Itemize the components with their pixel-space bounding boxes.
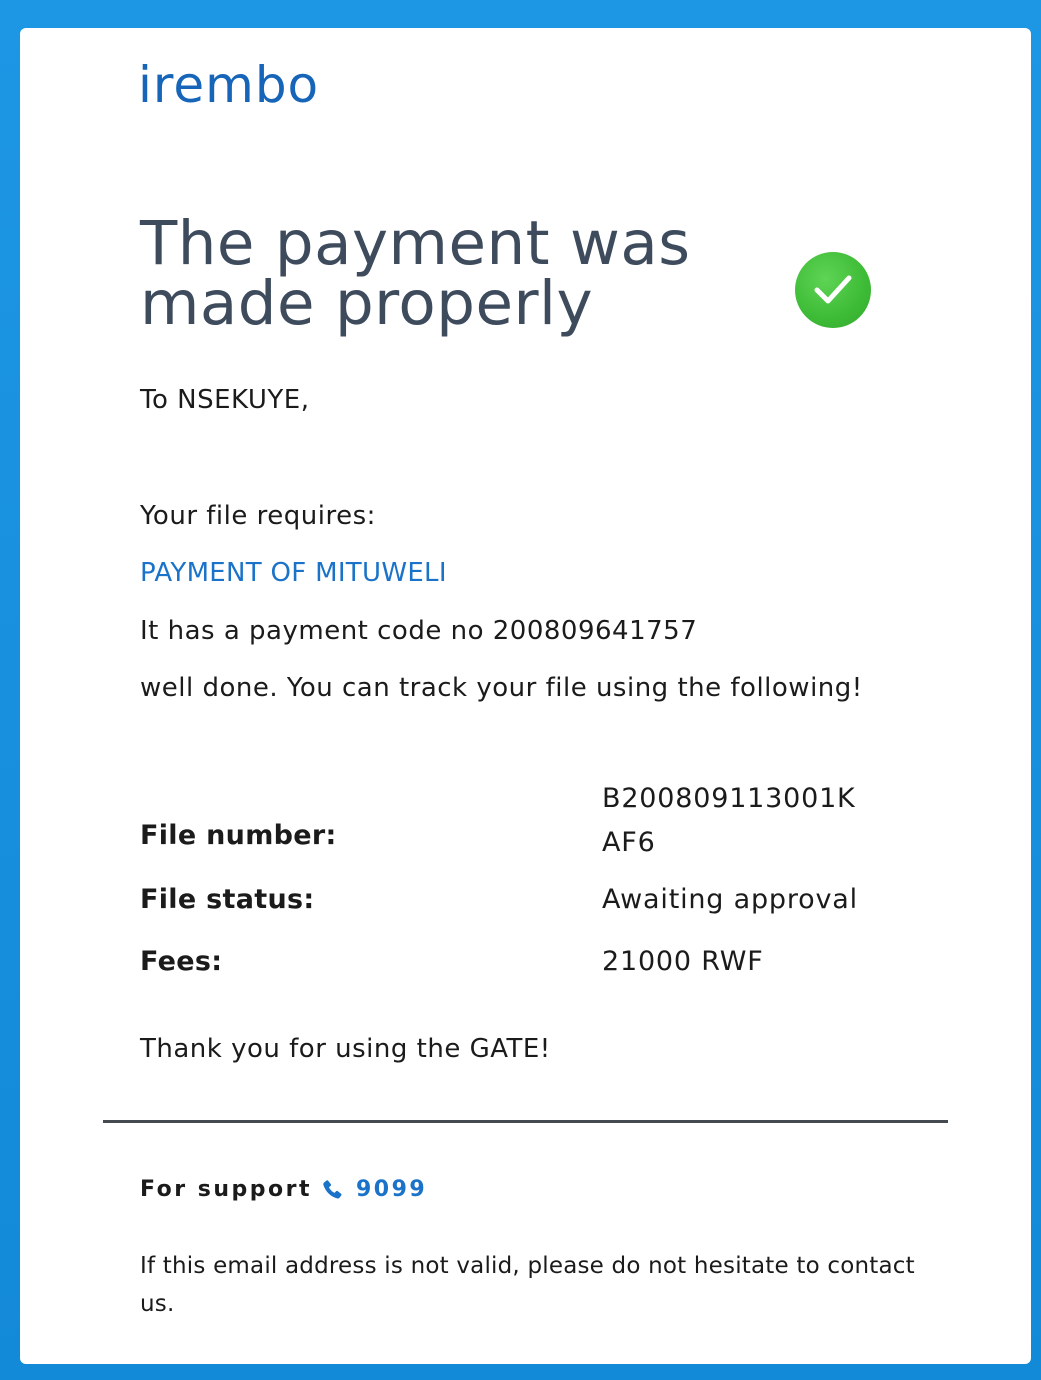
file-number-value-line2: AF6 [602, 827, 656, 858]
track-line: well done. You can track your file using… [140, 673, 863, 703]
service-name: PAYMENT OF MITUWELI [140, 558, 447, 588]
invalid-email-notice: If this email address is not valid, plea… [140, 1253, 915, 1317]
file-number-value-line1: B200809113001K [602, 783, 856, 814]
fees-value: 21000 RWF [602, 946, 764, 977]
file-status-label: File status: [140, 884, 315, 915]
phone-icon [320, 1178, 344, 1202]
greeting: To NSEKUYE, [140, 385, 310, 415]
irembo-logo: irembo [138, 56, 338, 128]
payment-code-line: It has a payment code no 200809641757 [140, 616, 698, 646]
check-circle-icon [795, 252, 871, 328]
file-status-value: Awaiting approval [602, 884, 858, 915]
page-title: The payment was made properly [140, 208, 691, 339]
email-card: irembo The payment was made properly To … [20, 28, 1031, 1364]
support-phone-link[interactable]: 9099 [356, 1177, 427, 1202]
file-number-value: B200809113001K AF6 [602, 777, 856, 865]
support-label: For support [140, 1177, 312, 1202]
file-number-label: File number: [140, 820, 337, 851]
thanks-message: Thank you for using the GATE! [140, 1034, 551, 1064]
fees-label: Fees: [140, 946, 223, 977]
requires-label: Your file requires: [140, 501, 376, 531]
logo-text: irembo [138, 56, 320, 114]
footer-divider [103, 1120, 948, 1123]
